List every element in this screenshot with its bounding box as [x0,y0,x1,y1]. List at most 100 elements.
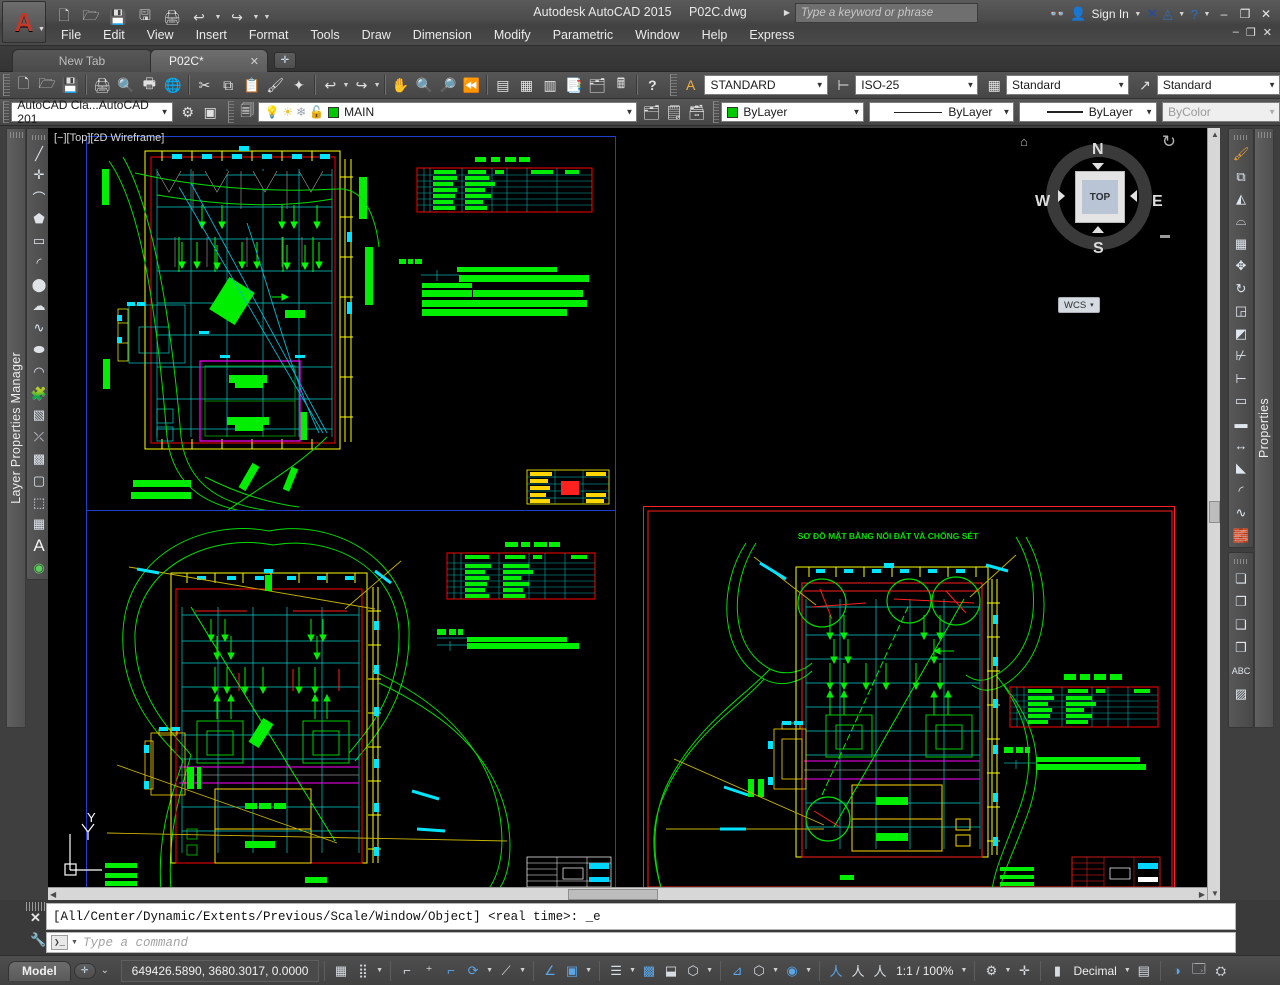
menu-dimension[interactable]: Dimension [402,26,483,44]
add-tab-button[interactable]: ✛ [274,52,296,69]
canvas-horizontal-scrollbar[interactable]: ◀ ▶ [48,887,1207,900]
hardware-acceleration-icon[interactable]: ◑ [1166,960,1188,982]
scroll-up-arrow-icon[interactable]: ▲ [1211,130,1219,139]
menu-express[interactable]: Express [738,26,805,44]
chevron-down-icon[interactable]: ▼ [1002,108,1010,117]
chevron-down-icon[interactable]: ▼ [1117,81,1125,90]
scale-icon[interactable]: ◲ [1229,300,1253,322]
annotation-monitor-caret-icon[interactable]: ▼ [706,967,713,974]
doc-restore-button[interactable]: ❐ [1246,26,1256,39]
zoom-window-icon[interactable]: 🔎 [436,74,460,97]
signin-caret-icon[interactable]: ▼ [1134,11,1142,18]
workspace-combo[interactable]: AutoCAD Cla...AutoCAD 201 ▼ [11,98,173,126]
menu-help[interactable]: Help [691,26,739,44]
styles-toolbar-grip[interactable] [670,74,677,96]
move-icon[interactable]: ✥ [1229,255,1253,277]
snap-caret-icon[interactable]: ▼ [376,967,383,974]
block-editor-icon[interactable]: ✦ [287,74,311,97]
panel-grip[interactable] [10,132,24,138]
designcenter-icon[interactable]: ▦ [515,74,539,97]
add-layout-button[interactable]: ✛ [73,962,96,979]
sheet-set-manager-icon[interactable]: 📑 [562,74,586,97]
redo-caret-icon[interactable]: ▼ [373,82,381,89]
isometric-drafting-toggle[interactable]: ⬡ [748,960,770,982]
workspace-caret-icon[interactable]: ▼ [1004,967,1011,974]
redo-dropdown-caret-icon[interactable]: ▼ [252,14,260,21]
draworder-toolbar-grip[interactable] [1234,559,1248,564]
undo-caret-icon[interactable]: ▼ [342,82,350,89]
view-cube[interactable]: ⌂ ↻ N S E W TOP ▬ WCS ▾ [1020,130,1176,313]
restore-button[interactable]: ❐ [1237,6,1253,22]
quick-calc-icon[interactable]: 🖩 [609,74,633,97]
model-tab[interactable]: Model [8,960,71,981]
array-icon[interactable]: ▦ [1229,233,1253,255]
send-under-object-icon[interactable]: ❒ [1229,636,1253,659]
osnap-caret-icon[interactable]: ▼ [519,967,526,974]
chevron-down-icon[interactable]: ▼ [1145,108,1153,117]
search-expand-caret-icon[interactable]: ▶ [784,8,790,17]
layer-properties-manager-icon[interactable]: 🗐 [236,101,259,124]
lineweight-caret-icon[interactable]: ▼ [629,967,636,974]
tab-p02c[interactable]: P02C* ✕ [150,49,268,72]
exchange-app-icon[interactable]: ✕ [1147,6,1158,22]
open-icon[interactable]: 🗁 [35,74,59,97]
undo-dropdown-caret-icon[interactable]: ▼ [214,14,222,21]
autoscale-icon[interactable]: 人 [847,960,869,982]
layers-toolbar-grip[interactable] [227,101,234,123]
redo-icon[interactable]: ↪ [350,74,374,97]
add-separator-icon[interactable]: ✛ [1013,960,1035,982]
doc-minimize-button[interactable]: – [1233,26,1239,39]
menu-view[interactable]: View [136,26,185,44]
annotation-visibility-icon[interactable]: 人 [825,960,847,982]
make-object-layer-current-icon[interactable]: 🗒 [663,101,686,124]
ucs-icon-toggle[interactable]: ⊿ [726,960,748,982]
infer-constraints-toggle[interactable]: ⌐ [396,960,418,982]
layer-states-icon[interactable]: 🗃 [685,101,708,124]
customize-qat-icon[interactable]: ▼ [263,14,271,21]
properties-toolbar-grip[interactable] [712,101,720,123]
menu-format[interactable]: Format [238,26,300,44]
units-icon[interactable]: ▮ [1046,960,1068,982]
command-input[interactable]: ❯_ ▼ Type a command [46,932,1236,953]
layer-combo[interactable]: 💡 ☀ ❄ 🔓 MAIN ▼ [258,102,638,122]
polar-tracking-toggle[interactable]: ⟳ [462,960,484,982]
standard-toolbar-grip[interactable] [3,74,10,96]
break-icon[interactable]: ▬ [1229,412,1253,434]
table-style-combo[interactable]: Standard ▼ [1006,75,1130,95]
menu-edit[interactable]: Edit [92,26,136,44]
rotate-icon[interactable]: ↻ [1229,278,1253,300]
tool-palettes-icon[interactable]: ▥ [538,74,562,97]
dimension-style-combo[interactable]: ISO-25 ▼ [855,75,979,95]
workspace-toolbar-grip[interactable] [3,101,10,123]
chevron-down-icon[interactable]: ▼ [625,108,633,117]
doc-close-button[interactable]: ✕ [1263,26,1272,39]
menu-parametric[interactable]: Parametric [542,26,624,44]
polar-caret-icon[interactable]: ▼ [486,967,493,974]
stretch-icon[interactable]: ◩ [1229,323,1253,345]
close-button[interactable]: ✕ [1258,6,1274,22]
chevron-down-icon[interactable]: ▼ [1268,81,1276,90]
compass-north-label[interactable]: N [1092,141,1104,159]
customization-icon[interactable]: ⛭ [1210,960,1232,982]
zoom-realtime-icon[interactable]: 🔍 [412,74,436,97]
quick-properties-icon[interactable]: ▤ [1133,960,1155,982]
qnew-icon[interactable]: 🗋 [12,74,36,97]
wrench-icon[interactable]: 🔧 [30,932,46,948]
scroll-down-arrow-icon[interactable]: ▼ [1211,889,1219,898]
rotate-east-arrow-icon[interactable] [1130,190,1137,202]
chamfer-icon[interactable]: ◣ [1229,457,1253,479]
menu-window[interactable]: Window [624,26,690,44]
search-binoculars-icon[interactable]: 👓 [1049,6,1065,22]
erase-icon[interactable]: 🖌 [1229,143,1253,165]
layout-overflow-icon[interactable]: ⌄ [101,965,109,976]
help-icon[interactable]: ? [1191,7,1198,22]
layer-freeze-vp-icon[interactable]: ❄ [296,105,306,119]
view-cube-top-face[interactable]: TOP [1075,171,1125,223]
text-style-icon[interactable]: A [679,74,703,97]
selection-cycling-toggle[interactable]: ⬓ [660,960,682,982]
view-cube-menu-icon[interactable]: ▬ [1160,230,1170,241]
a360-caret-icon[interactable]: ▼ [1178,11,1186,18]
chevron-down-icon[interactable]: ▼ [967,81,975,90]
undo-icon[interactable]: ↩ [319,74,343,97]
vertical-scroll-thumb[interactable] [1209,501,1220,523]
